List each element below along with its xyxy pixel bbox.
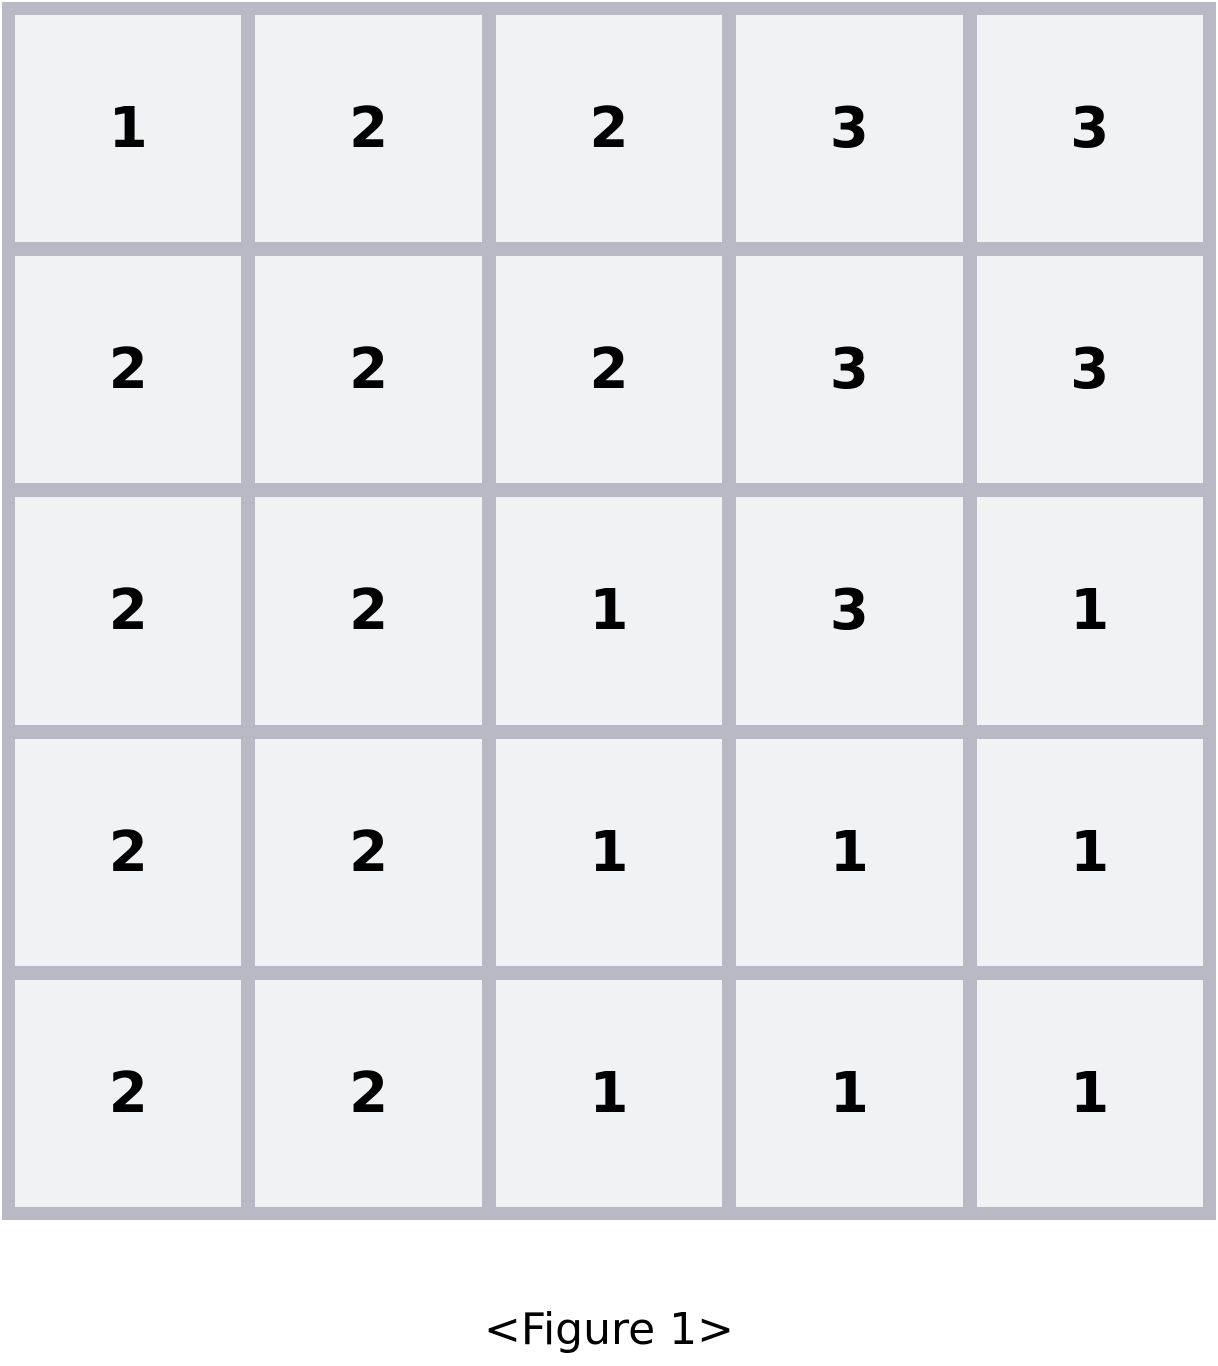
figure-caption: <Figure 1> (483, 1304, 735, 1355)
grid-cell-r1-c4: 3 (736, 15, 963, 243)
grid-cell-r2-c5: 3 (976, 256, 1203, 484)
grid-cell-r5-c2: 2 (255, 979, 482, 1207)
grid-cell-r4-c4: 1 (736, 738, 963, 966)
grid-cell-r3-c2: 2 (255, 497, 482, 725)
grid-cell-r2-c3: 2 (495, 256, 723, 484)
grid-cell-r4-c5: 1 (976, 738, 1203, 966)
grid-cell-r3-c4: 3 (736, 497, 963, 725)
grid-cell-r1-c5: 3 (976, 15, 1203, 243)
grid-cell-r1-c2: 2 (255, 15, 482, 243)
grid-cell-r5-c1: 2 (15, 979, 242, 1207)
grid-cell-r4-c2: 2 (255, 738, 482, 966)
grid-cell-r5-c5: 1 (976, 979, 1203, 1207)
grid-cell-r3-c1: 2 (15, 497, 242, 725)
grid-cell-r1-c1: 1 (15, 15, 242, 243)
grid-cell-r3-c5: 1 (976, 497, 1203, 725)
grid-cell-r2-c1: 2 (15, 256, 242, 484)
grid-cell-r4-c3: 1 (495, 738, 723, 966)
grid-cell-r2-c2: 2 (255, 256, 482, 484)
grid-cell-r5-c3: 1 (495, 979, 723, 1207)
grid-cell-r4-c1: 2 (15, 738, 242, 966)
grid-cell-r3-c3: 1 (495, 497, 723, 725)
grid-cell-r5-c4: 1 (736, 979, 963, 1207)
number-grid: 1 2 2 3 3 2 2 2 3 3 2 2 1 3 1 2 2 1 1 1 … (2, 2, 1216, 1220)
grid-cell-r2-c4: 3 (736, 256, 963, 484)
grid-cell-r1-c3: 2 (495, 15, 723, 243)
